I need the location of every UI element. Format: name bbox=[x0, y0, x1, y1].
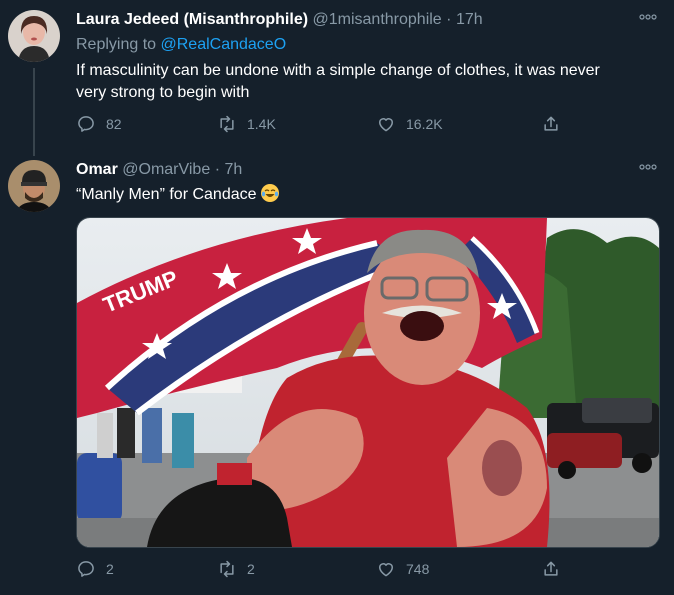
like-button[interactable]: 16.2K bbox=[376, 114, 443, 134]
tweet-text: “Manly Men” for Candace bbox=[76, 184, 656, 206]
tweet-actions: 82 1.4K 16.2K bbox=[76, 114, 566, 136]
retweet-count: 2 bbox=[247, 561, 255, 577]
tweet-header: Laura Jedeed (Misanthrophile) @1misanthr… bbox=[76, 11, 483, 29]
like-button[interactable]: 748 bbox=[376, 559, 429, 579]
like-count: 748 bbox=[406, 561, 430, 577]
retweet-icon bbox=[220, 560, 234, 578]
retweet-button[interactable]: 2 bbox=[217, 559, 255, 579]
replying-handle-link[interactable]: @RealCandaceO bbox=[161, 36, 287, 53]
tweet-header: Omar @OmarVibe · 7h bbox=[76, 161, 242, 179]
reply-button[interactable]: 2 bbox=[76, 559, 114, 579]
reply-button[interactable]: 82 bbox=[76, 114, 122, 134]
display-name[interactable]: Omar bbox=[76, 161, 118, 178]
tweet-laura[interactable]: Laura Jedeed (Misanthrophile) @1misanthr… bbox=[0, 0, 674, 156]
retweet-icon bbox=[220, 115, 234, 133]
share-button[interactable] bbox=[541, 559, 561, 579]
retweet-count: 1.4K bbox=[247, 116, 276, 132]
replying-to: Replying to @RealCandaceO bbox=[76, 36, 286, 54]
avatar-laura[interactable] bbox=[8, 10, 60, 62]
like-count: 16.2K bbox=[406, 116, 443, 132]
display-name[interactable]: Laura Jedeed (Misanthrophile) bbox=[76, 11, 308, 28]
timestamp[interactable]: 17h bbox=[456, 11, 483, 28]
retweet-button[interactable]: 1.4K bbox=[217, 114, 276, 134]
photo-man-with-flag: TRUMP bbox=[77, 218, 659, 547]
tears-of-joy-emoji-icon bbox=[260, 184, 279, 202]
share-button[interactable] bbox=[541, 114, 561, 134]
replying-prefix: Replying to bbox=[76, 36, 157, 53]
avatar-omar[interactable] bbox=[8, 160, 60, 212]
reply-count: 2 bbox=[106, 561, 114, 577]
like-icon bbox=[379, 118, 393, 132]
more-icon[interactable] bbox=[638, 10, 658, 26]
tweet-text-line: very strong to begin with bbox=[76, 84, 250, 101]
separator-dot: · bbox=[446, 11, 452, 28]
tweet-text-line: If masculinity can be undone with a simp… bbox=[76, 62, 600, 79]
user-handle[interactable]: @OmarVibe bbox=[122, 161, 210, 178]
like-icon bbox=[379, 563, 393, 577]
share-icon bbox=[544, 561, 558, 576]
user-handle[interactable]: @1misanthrophile bbox=[313, 11, 442, 28]
tweet-text-line: “Manly Men” for Candace bbox=[76, 186, 257, 203]
separator-dot: · bbox=[214, 161, 221, 178]
share-icon bbox=[544, 116, 558, 131]
more-icon[interactable] bbox=[638, 160, 658, 176]
tweet-text: If masculinity can be undone with a simp… bbox=[76, 60, 656, 104]
timestamp[interactable]: 7h bbox=[224, 161, 242, 178]
tweet-media-image[interactable]: TRUMP bbox=[76, 217, 660, 548]
thread-line bbox=[33, 68, 35, 156]
tweet-actions: 2 2 748 bbox=[76, 559, 566, 581]
reply-icon bbox=[78, 561, 94, 577]
reply-icon bbox=[78, 116, 94, 132]
reply-count: 82 bbox=[106, 116, 122, 132]
